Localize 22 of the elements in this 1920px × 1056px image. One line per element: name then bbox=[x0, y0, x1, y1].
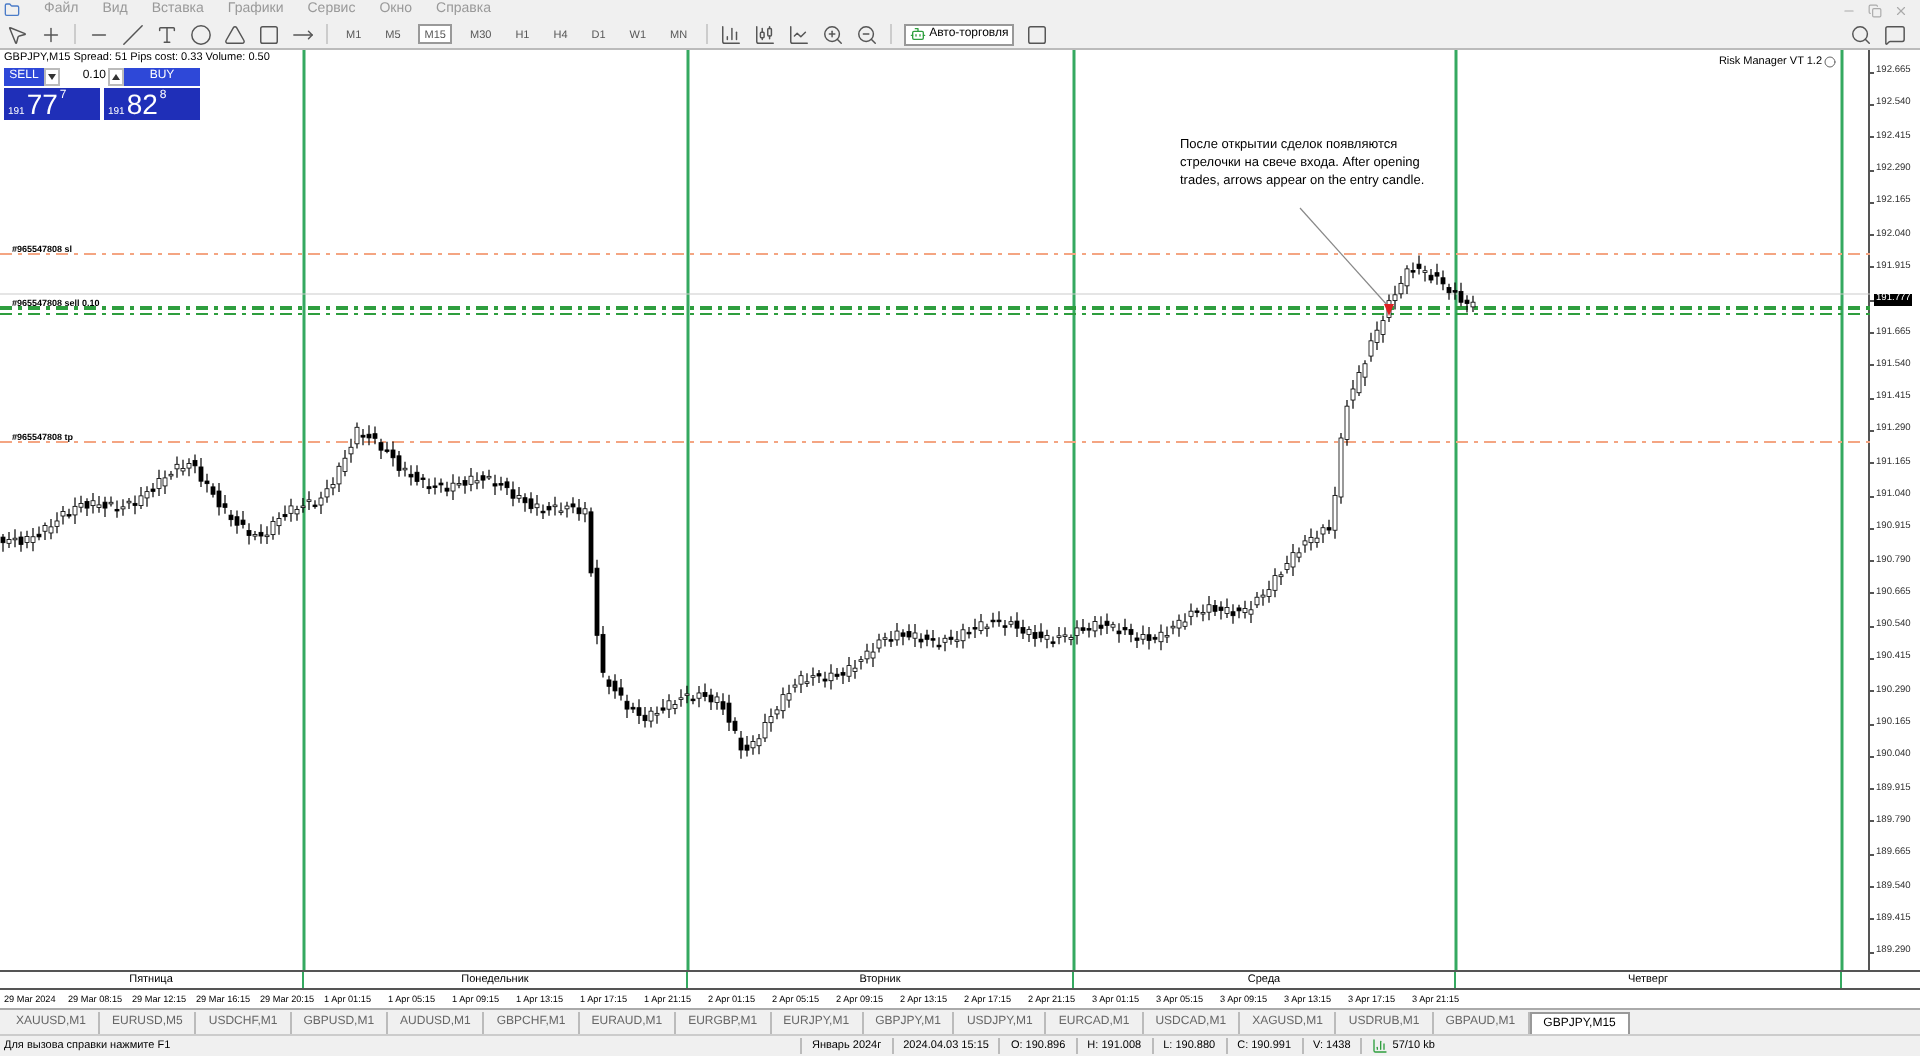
entry-arrow-icon bbox=[1384, 304, 1394, 316]
line-chart-icon[interactable] bbox=[787, 23, 810, 45]
lot-up-icon[interactable] bbox=[112, 74, 120, 80]
search-icon[interactable] bbox=[1850, 23, 1872, 45]
ellipse-icon[interactable] bbox=[190, 23, 212, 45]
lot-down-icon[interactable] bbox=[48, 74, 56, 80]
bar-chart-icon[interactable] bbox=[719, 23, 742, 45]
zoom-in-icon[interactable] bbox=[821, 23, 844, 45]
triangle-icon[interactable] bbox=[224, 23, 246, 45]
cursor-icon[interactable] bbox=[6, 23, 28, 45]
text-icon[interactable] bbox=[156, 23, 178, 45]
chat-icon[interactable] bbox=[1884, 23, 1906, 45]
crosshair-icon[interactable] bbox=[40, 23, 62, 45]
candlestick-icon[interactable] bbox=[753, 23, 776, 45]
trendline-icon[interactable] bbox=[122, 23, 144, 45]
leader-line bbox=[1299, 207, 1389, 307]
window-icon[interactable] bbox=[1026, 23, 1049, 45]
app-icon bbox=[4, 2, 20, 18]
robot-icon bbox=[909, 26, 926, 42]
zoom-out-icon[interactable] bbox=[855, 23, 878, 45]
rectangle-icon[interactable] bbox=[258, 23, 280, 45]
connection-icon bbox=[1372, 1038, 1389, 1054]
